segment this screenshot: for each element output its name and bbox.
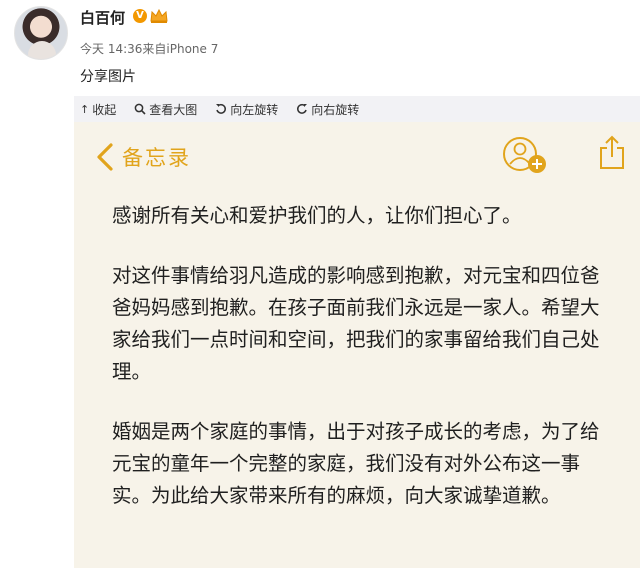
- post-header: 白百何 V 今天 14:36来自iPhone 7 分享图片: [0, 0, 640, 92]
- rotate-left-label: 向左旋转: [230, 102, 279, 117]
- memo-body: 感谢所有关心和爱护我们的人，让你们担心了。 对这件事情给羽凡造成的影响感到抱歉，…: [112, 200, 612, 540]
- search-icon: [134, 103, 146, 115]
- memo-paragraph: 对这件事情给羽凡造成的影响感到抱歉，对元宝和四位爸爸妈妈感到抱歉。在孩子面前我们…: [112, 264, 600, 383]
- view-large-button[interactable]: 查看大图: [134, 101, 197, 118]
- view-large-label: 查看大图: [149, 102, 198, 117]
- username[interactable]: 白百何: [80, 7, 125, 28]
- shared-image[interactable]: 备忘录 感谢所有关心和爱护我们的人，让你们担心了。 对这件事情给羽凡造成的影响感…: [74, 122, 640, 568]
- rotate-right-label: 向右旋转: [311, 102, 360, 117]
- rotate-right-icon: [297, 103, 308, 114]
- share-export-icon[interactable]: [598, 134, 626, 170]
- arrow-up-icon: ↑: [80, 102, 90, 116]
- collapse-label: 收起: [92, 102, 117, 117]
- rotate-left-button[interactable]: 向左旋转: [215, 101, 278, 118]
- post-text: 分享图片: [80, 69, 136, 85]
- memo-back-button[interactable]: 备忘录: [96, 142, 191, 172]
- avatar[interactable]: [14, 6, 68, 60]
- verified-badge-icon: V: [133, 9, 147, 23]
- memo-paragraph: 婚姻是两个家庭的事情，出于对孩子成长的考虑，为了给元宝的童年一个完整的家庭，我们…: [112, 420, 600, 507]
- chevron-left-icon: [97, 143, 113, 171]
- member-crown-icon: [150, 8, 168, 23]
- memo-back-label: 备忘录: [122, 146, 191, 170]
- add-person-icon[interactable]: [502, 136, 548, 176]
- post-meta: 今天 14:36来自iPhone 7: [80, 42, 219, 56]
- collapse-button[interactable]: ↑ 收起: [80, 101, 116, 118]
- image-toolbar: ↑ 收起 查看大图 向左旋转 向右旋转: [74, 96, 640, 122]
- rotate-right-button[interactable]: 向右旋转: [296, 101, 359, 118]
- rotate-left-icon: [216, 103, 227, 114]
- memo-paragraph: 感谢所有关心和爱护我们的人，让你们担心了。: [112, 204, 522, 227]
